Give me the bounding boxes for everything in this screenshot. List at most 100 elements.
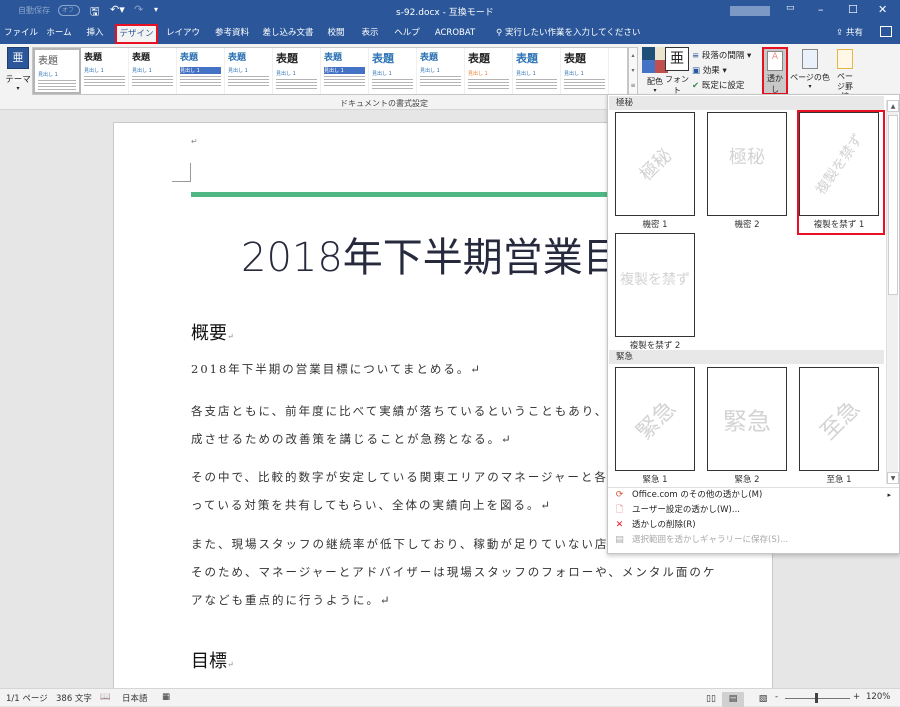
style-set-heading: 見出し 1 [38,72,58,78]
watermark-option[interactable]: 至急 至急 1 [799,367,879,485]
tab-acrobat[interactable]: ACROBAT [430,22,480,44]
watermark-thumbnail: 極秘 [615,112,695,216]
tell-me-search[interactable]: ⚲ 実行したい作業を入力してください [496,22,640,44]
tab-design[interactable]: デザイン [115,24,158,44]
word-count[interactable]: 386 文字 [56,692,92,704]
gallery-scroll[interactable]: ▴ ▾ ≡ [628,47,638,95]
account-name[interactable] [730,6,770,16]
comments-icon[interactable] [880,26,892,37]
paragraph-spacing-icon: ≡ [692,51,700,61]
menu-item-custom-watermark[interactable]: 🗋 ユーザー設定の透かし(W)... [608,503,899,518]
tell-me-placeholder: 実行したい作業を入力してください [504,28,641,38]
tab-mailings[interactable]: 差し込み文書 [258,22,318,44]
undo-icon[interactable]: ↶▾ [110,3,125,16]
body-paragraph: 2018年下半期の営業目標についてまとめる。↵ [191,362,482,376]
watermark-button[interactable]: A 透かし ▾ [762,47,788,102]
style-set-option[interactable]: 表題 見出し 1 [177,48,225,94]
redo-icon[interactable]: ↷ [134,3,143,16]
tab-file[interactable]: ファイル [4,22,38,44]
tab-review[interactable]: 校閲 [322,22,350,44]
maximize-button[interactable]: ☐ [848,3,858,16]
macro-icon[interactable]: ▦ [162,692,170,702]
share-icon: ⇪ [836,28,846,38]
zoom-in-button[interactable]: + [853,692,860,702]
status-bar: 1/1 ページ 386 文字 📖 日本語 ▦ ▯▯ ▤ ▧ - + 120% [0,688,900,707]
style-set-option[interactable]: 表題 見出し 1 [225,48,273,94]
style-set-option[interactable]: 表題 見出し 1 [369,48,417,94]
watermark-option[interactable]: 極秘 機密 2 [707,112,787,230]
watermark-thumbnail: 緊急 [707,367,787,471]
web-layout-icon[interactable]: ▧ [752,692,774,707]
themes-icon: 亜あ [7,47,29,84]
watermark-caption: 緊急 2 [734,475,760,485]
style-set-option[interactable]: 表題 見出し 1 [273,48,321,94]
style-set-body-preview [420,76,461,88]
tab-layout[interactable]: レイアウト [162,22,204,60]
watermark-label: 透かし [767,74,783,94]
customize-quick-access-icon[interactable]: ▾ [154,5,158,14]
style-set-heading: 見出し 1 [84,68,104,74]
color-swatch [642,60,655,73]
autosave-toggle[interactable]: オフ [58,5,80,16]
tab-help[interactable]: ヘルプ [390,22,424,44]
zoom-level[interactable]: 120% [866,692,890,702]
watermark-gallery-dropdown: 極秘 極秘 機密 1 極秘 機密 2 複製を禁ず 複製を禁ず 1 複製を禁ず 複… [607,94,900,554]
tab-insert[interactable]: 挿入 [80,22,110,44]
save-icon[interactable]: 🖫 [90,3,99,22]
effects-button[interactable]: ▣ 効果 ▾ [692,64,727,76]
title-bar: 自動保存 オフ 🖫 ↶▾ ↷ ▾ s-92.docx - 互換モード ▭ – ☐… [0,0,900,22]
watermark-icon: A [767,51,783,71]
proofing-icon[interactable]: 📖 [100,692,111,702]
share-button[interactable]: ⇪ 共有 [836,22,863,44]
document-title-text: 2018年下半期営業目 [241,235,623,281]
style-set-option[interactable]: 表題 見出し 1 [417,48,465,94]
watermark-option[interactable]: 複製を禁ず 複製を禁ず 2 [615,233,695,351]
style-set-option[interactable]: 表題 見出し 1 [81,48,129,94]
menu-item-more-watermarks[interactable]: ⟳ Office.com のその他の透かし(M) ▸ [608,488,899,503]
document-title: s-92.docx - 互換モード [396,8,494,18]
menu-item-save-selection[interactable]: ▤ 選択範囲を透かしギャラリーに保存(S)... [608,533,899,548]
style-set-title: 表題 [132,53,151,63]
tab-references[interactable]: 参考資料 [210,22,254,44]
style-set-option[interactable]: 表題 見出し 1 [33,48,81,94]
watermark-option[interactable]: 緊急 緊急 2 [707,367,787,485]
selection-highlight [797,110,885,235]
page-count[interactable]: 1/1 ページ [6,692,48,704]
tab-view[interactable]: 表示 [356,22,384,44]
zoom-out-button[interactable]: - [775,692,778,702]
ribbon-display-options-icon[interactable]: ▭ [786,3,795,13]
scroll-down-icon[interactable]: ▼ [887,472,899,484]
themes-button[interactable]: 亜あ テーマ ▾ [5,47,31,92]
watermark-option[interactable]: 緊急 緊急 1 [615,367,695,485]
style-set-heading: 見出し 1 [420,68,440,74]
paragraph-mark: ↵ [191,137,198,146]
close-button[interactable]: ✕ [878,3,887,16]
category-header: 緊急 [609,350,884,364]
print-layout-icon[interactable]: ▤ [722,692,744,707]
paragraph-spacing-button[interactable]: ≡ 段落の間隔 ▾ [692,49,751,61]
tab-home[interactable]: ホーム [42,22,76,44]
custom-watermark-icon: 🗋 [615,505,624,515]
style-set-body-preview [180,76,221,88]
margin-corner-mark [172,163,191,182]
style-set-option[interactable]: 表題 見出し 1 [561,48,609,94]
language-indicator[interactable]: 日本語 [122,692,148,704]
style-set-option[interactable]: 表題 見出し 1 [513,48,561,94]
scrollbar-thumb[interactable] [888,115,898,295]
minimize-button[interactable]: – [818,3,824,16]
read-mode-icon[interactable]: ▯▯ [700,692,722,707]
style-set-option[interactable]: 表題 見出し 1 [465,48,513,94]
style-set-option[interactable]: 表題 見出し 1 [129,48,177,94]
set-default-button[interactable]: ✔ 既定に設定 [692,79,744,91]
scroll-up-icon[interactable]: ▲ [887,100,899,112]
style-set-title: 表題 [276,52,298,65]
watermark-caption: 機密 1 [642,220,668,230]
save-selection-icon: ▤ [615,535,624,545]
accent-rule [191,192,611,197]
watermark-option[interactable]: 極秘 機密 1 [615,112,695,230]
gallery-scrollbar[interactable]: ▲ ▼ [886,100,899,484]
page-color-button[interactable]: ページの色 ▾ [790,47,830,90]
style-set-option[interactable]: 表題 見出し 1 [321,48,369,94]
zoom-slider-thumb[interactable] [815,693,818,703]
menu-item-remove-watermark[interactable]: ✕ 透かしの削除(R) [608,518,899,533]
